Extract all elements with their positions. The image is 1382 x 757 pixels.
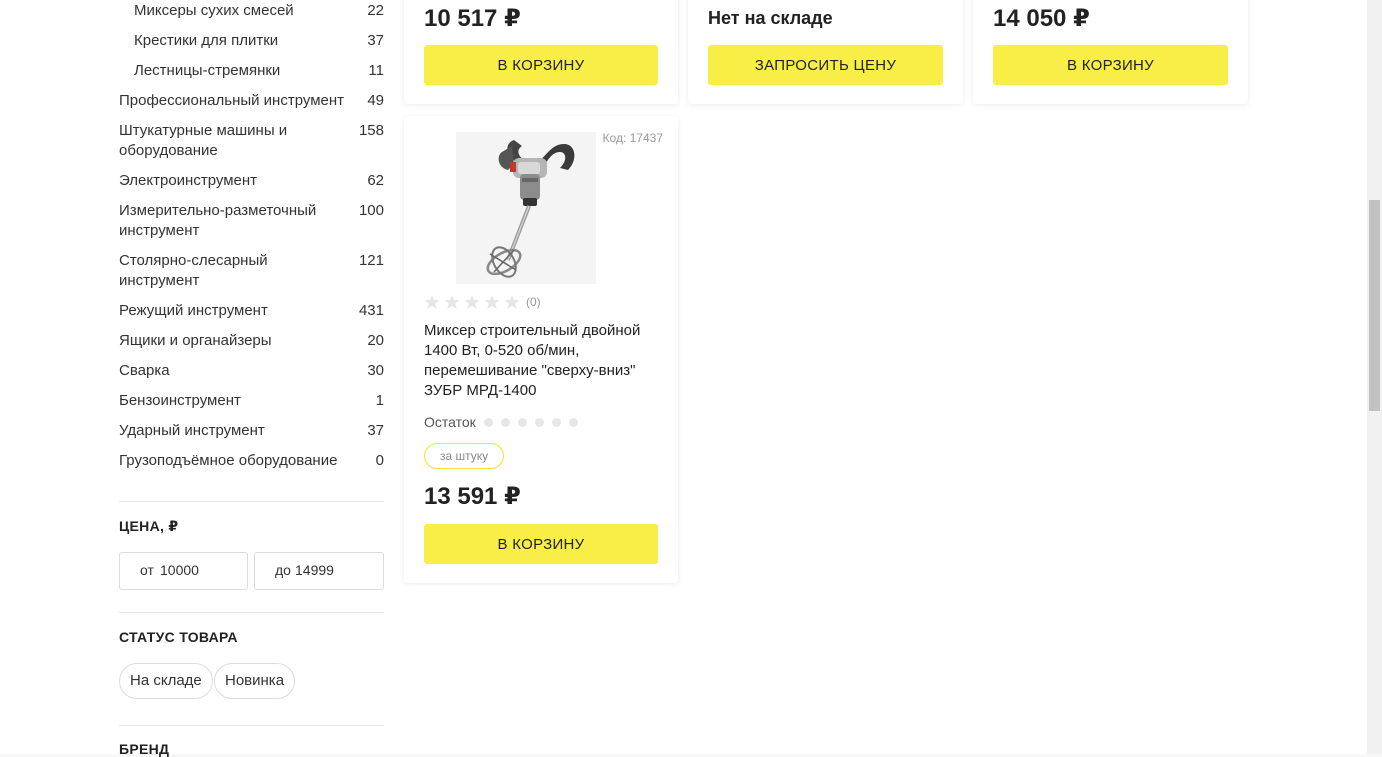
category-item[interactable]: Миксеры сухих смесей 22 [119, 1, 384, 21]
star-icon[interactable] [484, 294, 500, 310]
add-to-cart-button[interactable]: В КОРЗИНУ [424, 524, 658, 564]
availability-status: Нет на складе [708, 8, 833, 28]
category-count: 37 [367, 422, 384, 439]
divider [119, 501, 384, 502]
add-to-cart-button[interactable]: В КОРЗИНУ [993, 45, 1228, 85]
category-count: 100 [358, 202, 384, 219]
add-to-cart-button[interactable]: В КОРЗИНУ [424, 45, 658, 85]
category-item[interactable]: Столярно-слесарный инструмент 121 [119, 251, 384, 291]
category-name[interactable]: Ударный инструмент [119, 421, 265, 441]
category-item[interactable]: Крестики для плитки 37 [119, 31, 384, 51]
category-count: 11 [368, 62, 384, 79]
category-count: 22 [367, 2, 384, 19]
price-from-label: от [140, 562, 154, 578]
product-price: 14 050 ₽ [993, 5, 1090, 32]
price-filter-title: ЦЕНА, ₽ [119, 518, 179, 534]
status-chip-new[interactable]: Новинка [214, 663, 296, 699]
category-name[interactable]: Электроинструмент [119, 171, 257, 191]
category-count: 431 [358, 302, 384, 319]
category-item[interactable]: Профессиональный инструмент 49 [119, 91, 384, 111]
category-count: 30 [367, 362, 384, 379]
product-card: Нет на складе ЗАПРОСИТЬ ЦЕНУ [688, 0, 963, 104]
request-price-button[interactable]: ЗАПРОСИТЬ ЦЕНУ [708, 45, 943, 85]
stock-dot [517, 417, 527, 427]
category-count: 1 [375, 392, 384, 409]
star-icon[interactable] [504, 294, 520, 310]
category-count: 158 [358, 122, 384, 139]
product-card: 14 050 ₽ В КОРЗИНУ [973, 0, 1248, 104]
divider [119, 612, 384, 613]
stock-indicator: Остаток [424, 414, 578, 430]
price-from-field[interactable]: от [119, 552, 248, 590]
category-name[interactable]: Измерительно-разметочный инструмент [119, 201, 339, 241]
category-count: 20 [367, 332, 384, 349]
product-card: 10 517 ₽ В КОРЗИНУ [404, 0, 678, 104]
star-icon[interactable] [424, 294, 440, 310]
category-count: 121 [358, 252, 384, 269]
stock-dot [483, 417, 493, 427]
category-name[interactable]: Профессиональный инструмент [119, 91, 344, 111]
category-name[interactable]: Грузоподъёмное оборудование [119, 451, 337, 471]
category-item[interactable]: Режущий инструмент 431 [119, 301, 384, 321]
product-name[interactable]: Миксер строительный двойной 1400 Вт, 0-5… [424, 321, 658, 401]
category-name[interactable]: Режущий инструмент [119, 301, 268, 321]
stock-dot [551, 417, 561, 427]
unit-badge: за штуку [424, 443, 505, 469]
stock-dot [500, 417, 510, 427]
category-item[interactable]: Сварка 30 [119, 361, 384, 381]
category-item[interactable]: Электроинструмент 62 [119, 171, 384, 191]
price-to-field[interactable]: до [254, 552, 384, 590]
product-price: 10 517 ₽ [424, 5, 521, 32]
category-name[interactable]: Миксеры сухих смесей [119, 1, 294, 21]
stock-dot [534, 417, 544, 427]
brand-filter-title: БРЕНД [119, 741, 170, 757]
category-item[interactable]: Измерительно-разметочный инструмент 100 [119, 201, 384, 241]
category-item[interactable]: Штукатурные машины и оборудование 158 [119, 121, 384, 161]
category-count: 49 [367, 92, 384, 109]
category-item[interactable]: Ящики и органайзеры 20 [119, 331, 384, 351]
star-icon[interactable] [444, 294, 460, 310]
category-item[interactable]: Грузоподъёмное оборудование 0 [119, 451, 384, 471]
stock-dot [568, 417, 578, 427]
category-name[interactable]: Лестницы-стремянки [119, 61, 280, 81]
status-filter-title: СТАТУС ТОВАРА [119, 629, 238, 645]
scrollbar-thumb[interactable] [1369, 200, 1380, 411]
rating: (0) [424, 294, 541, 310]
price-to-label: до [275, 562, 291, 578]
category-count: 62 [367, 172, 384, 189]
category-name[interactable]: Крестики для плитки [119, 31, 278, 51]
star-icon[interactable] [464, 294, 480, 310]
category-name[interactable]: Сварка [119, 361, 170, 381]
review-count: (0) [526, 295, 541, 309]
category-item[interactable]: Ударный инструмент 37 [119, 421, 384, 441]
price-from-input[interactable] [160, 562, 240, 578]
category-count: 37 [367, 32, 384, 49]
divider [119, 725, 384, 726]
category-count: 0 [375, 452, 384, 469]
category-name[interactable]: Бензоинструмент [119, 391, 241, 411]
category-item[interactable]: Бензоинструмент 1 [119, 391, 384, 411]
status-chip-in-stock[interactable]: На складе [119, 663, 213, 699]
product-price: 13 591 ₽ [424, 483, 521, 510]
product-code: Код: 17437 [602, 131, 663, 145]
product-card: Код: 17437 (0) Миксер строительный двойн… [404, 116, 678, 583]
category-name[interactable]: Столярно-слесарный инструмент [119, 251, 289, 291]
price-to-input[interactable] [295, 562, 375, 578]
mixer-drill-image[interactable] [456, 132, 596, 284]
category-name[interactable]: Штукатурные машины и оборудование [119, 121, 309, 161]
category-name[interactable]: Ящики и органайзеры [119, 331, 272, 351]
category-item[interactable]: Лестницы-стремянки 11 [119, 61, 384, 81]
stock-label: Остаток [424, 414, 476, 430]
